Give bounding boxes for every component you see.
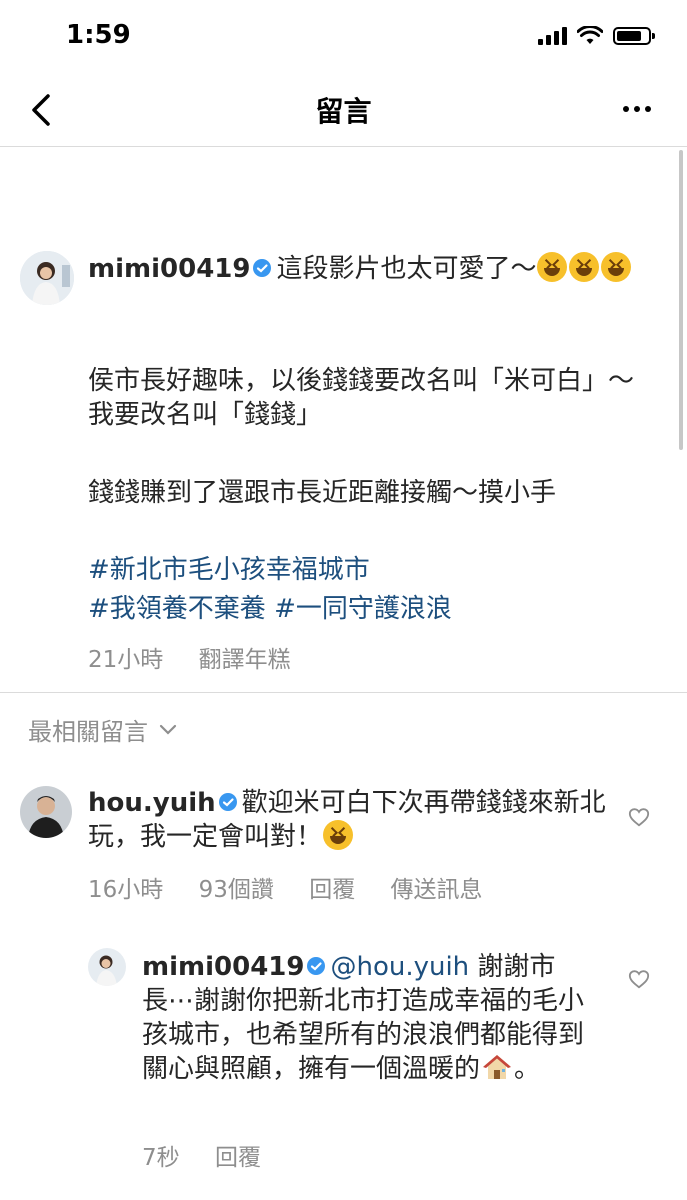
reply-button[interactable]: 回覆	[215, 1145, 261, 1171]
house-emoji-icon	[483, 1055, 512, 1079]
comment-time: 7秒	[142, 1145, 180, 1171]
scrollbar[interactable]	[679, 150, 683, 450]
reply-button[interactable]: 回覆	[309, 877, 355, 903]
comment-text-end: 。	[514, 1054, 541, 1084]
mention-link[interactable]: @hou.yuih	[330, 952, 469, 982]
hashtag-link[interactable]: #我領養不棄養	[88, 594, 266, 624]
comment-username[interactable]: mimi00419	[142, 952, 304, 982]
wifi-icon	[577, 26, 603, 44]
avatar[interactable]	[20, 251, 74, 305]
page-title: 留言	[315, 95, 372, 128]
signal-icon	[538, 27, 567, 45]
verified-badge-icon	[253, 258, 272, 277]
more-options-icon[interactable]	[623, 106, 651, 112]
caption-text: 這段影片也太可愛了～	[276, 254, 537, 284]
comments-header: 留言	[0, 76, 687, 147]
comment: hou.yuih 歡迎米可白下次再帶錢錢來新北玩，我一定會叫對！	[88, 786, 608, 854]
translate-button[interactable]: 翻譯年糕	[199, 647, 291, 673]
status-time: 1:59	[66, 20, 131, 50]
post-username[interactable]: mimi00419	[88, 254, 250, 284]
divider	[0, 692, 687, 693]
sort-dropdown[interactable]: 最相關留言	[28, 712, 178, 747]
status-bar: 1:59	[0, 0, 687, 76]
heart-icon[interactable]	[628, 968, 650, 990]
status-icons	[538, 26, 655, 46]
post-caption: mimi00419 這段影片也太可愛了～	[88, 252, 668, 286]
grinning-squinting-emoji-icon	[601, 252, 632, 282]
comment-time: 16小時	[88, 877, 164, 903]
verified-badge-icon	[218, 792, 237, 811]
grinning-squinting-emoji-icon	[537, 252, 568, 282]
hashtag-link[interactable]: #新北市毛小孩幸福城市	[88, 555, 370, 585]
comment-username[interactable]: hou.yuih	[88, 788, 216, 818]
comment-likes[interactable]: 93個讚	[199, 877, 274, 903]
hashtag-line: #新北市毛小孩幸福城市	[88, 553, 658, 587]
hashtag-line: #我領養不棄養 #一同守護浪浪	[88, 592, 658, 626]
battery-icon	[613, 27, 655, 45]
chevron-down-icon	[159, 724, 177, 735]
heart-icon[interactable]	[628, 806, 650, 828]
hashtag-link[interactable]: #一同守護浪浪	[274, 594, 452, 624]
comment-meta: 16小時 93個讚 回覆 傳送訊息	[88, 870, 511, 904]
grinning-squinting-emoji-icon	[323, 820, 354, 850]
avatar[interactable]	[88, 948, 126, 986]
post-meta: 21小時 翻譯年糕	[88, 640, 319, 674]
grinning-squinting-emoji-icon	[569, 252, 600, 282]
comment: mimi00419 @hou.yuih 謝謝市長⋯謝謝你把新北市打造成幸福的毛小孩…	[142, 950, 602, 1086]
avatar[interactable]	[20, 786, 72, 838]
comment-meta: 7秒 回覆	[142, 1138, 289, 1172]
send-message-button[interactable]: 傳送訊息	[391, 877, 483, 903]
post-time: 21小時	[88, 647, 164, 673]
caption-paragraph: 侯市長好趣味，以後錢錢要改名叫「米可白」～我要改名叫「錢錢」	[88, 366, 635, 430]
sort-label: 最相關留言	[28, 718, 148, 746]
verified-badge-icon	[307, 956, 326, 975]
caption-paragraph: 錢錢賺到了還跟市長近距離接觸～摸小手	[88, 478, 557, 508]
